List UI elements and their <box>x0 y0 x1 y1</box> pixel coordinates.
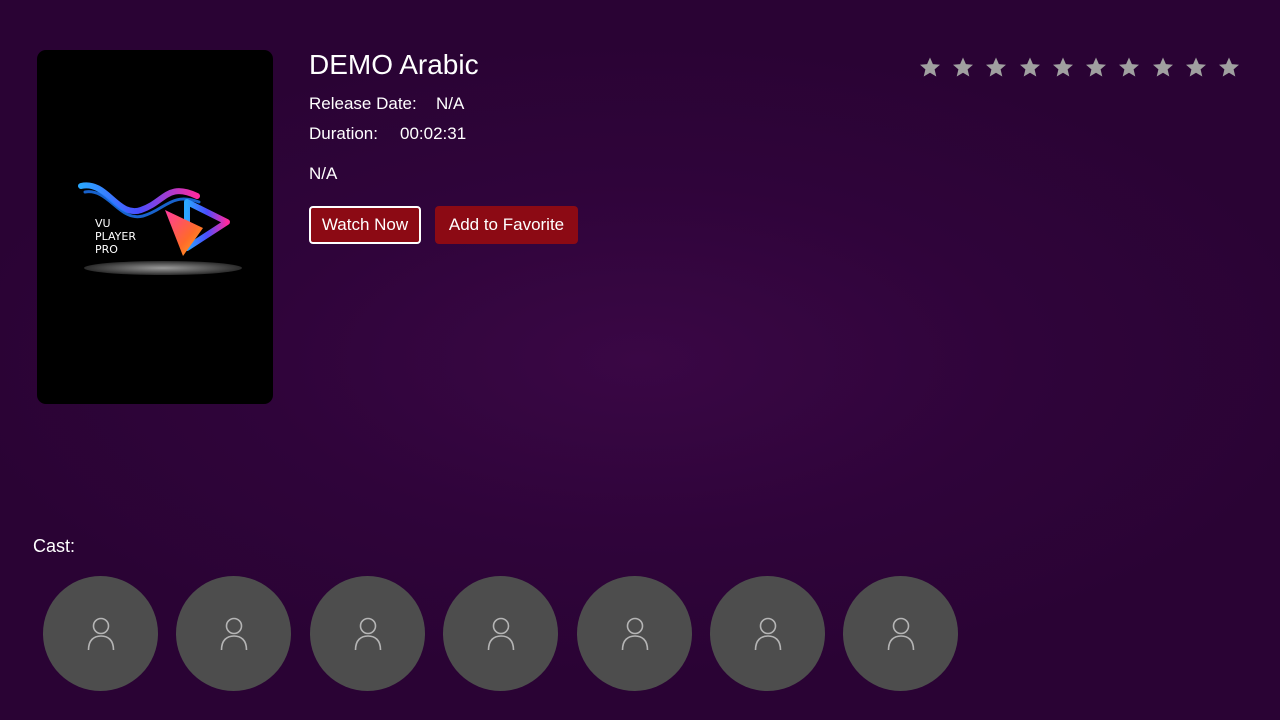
person-icon <box>354 617 381 650</box>
logo-text-pro: PRO <box>95 243 118 256</box>
cast-member[interactable] <box>43 576 158 691</box>
cast-member[interactable] <box>710 576 825 691</box>
person-icon <box>87 617 114 650</box>
watch-now-button[interactable]: Watch Now <box>309 206 421 244</box>
person-icon <box>754 617 781 650</box>
duration-value: 00:02:31 <box>400 124 467 143</box>
star-icon <box>1046 52 1079 82</box>
star-icon <box>980 52 1013 82</box>
duration-row: Duration: 00:02:31 <box>309 123 466 145</box>
person-icon <box>621 617 648 650</box>
star-icon <box>1113 52 1146 82</box>
cast-member[interactable] <box>310 576 425 691</box>
movie-description: N/A <box>309 164 338 183</box>
star-icon <box>946 52 979 82</box>
duration-label: Duration: <box>309 124 378 143</box>
release-date-row: Release Date: N/A <box>309 93 464 115</box>
cast-member[interactable] <box>443 576 558 691</box>
movie-title: DEMO Arabic <box>309 49 479 80</box>
star-icon <box>1179 52 1212 82</box>
logo-text-vu: VU <box>95 217 111 230</box>
cast-member[interactable] <box>577 576 692 691</box>
cast-member[interactable] <box>176 576 291 691</box>
cast-member[interactable] <box>843 576 958 691</box>
vu-player-pro-logo: VU PLAYER PRO <box>78 182 242 275</box>
star-icon <box>1213 52 1246 82</box>
add-to-favorite-button[interactable]: Add to Favorite <box>435 206 578 244</box>
release-date-value: N/A <box>436 94 465 113</box>
movie-poster: VU PLAYER PRO <box>37 50 273 404</box>
cast-label: Cast: <box>33 536 76 556</box>
logo-text-player: PLAYER <box>95 230 136 243</box>
star-icon <box>1080 52 1113 82</box>
person-icon <box>487 617 514 650</box>
release-date-label: Release Date: <box>309 94 417 113</box>
star-icon <box>913 52 946 82</box>
person-icon <box>220 617 247 650</box>
star-icon <box>1146 52 1179 82</box>
star-icon <box>1013 52 1046 82</box>
rating-stars <box>913 52 1246 82</box>
person-icon <box>887 617 914 650</box>
